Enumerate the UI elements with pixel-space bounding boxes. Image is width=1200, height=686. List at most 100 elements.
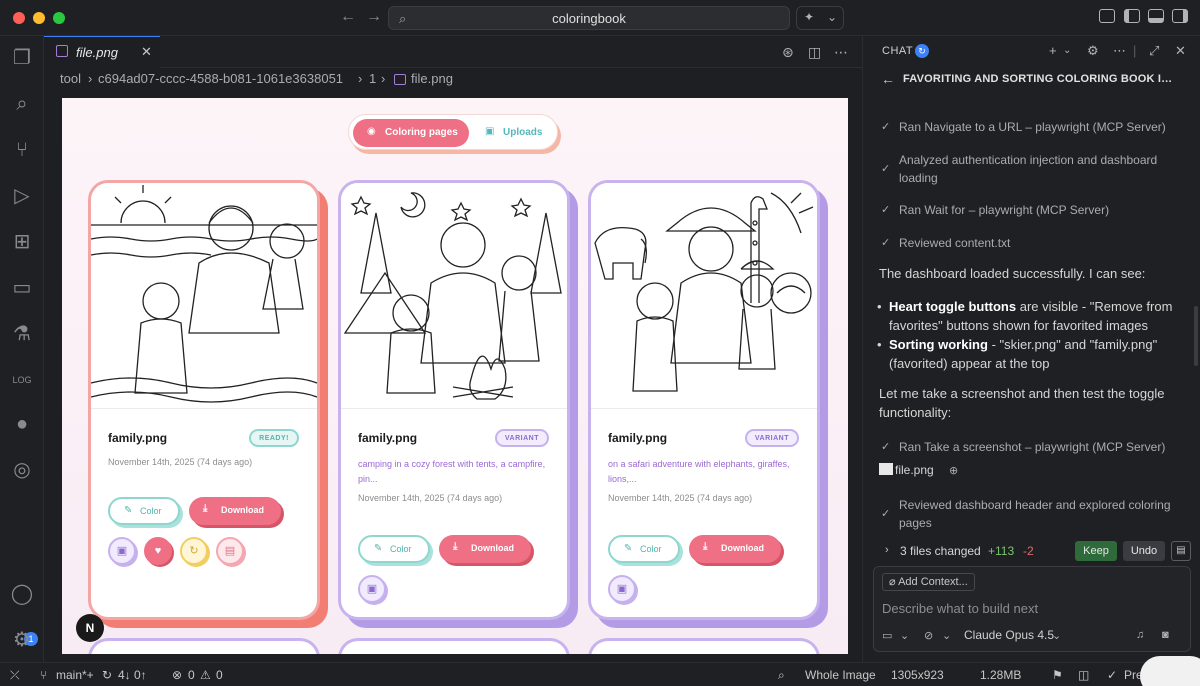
search-icon[interactable]: ⌕ — [10, 92, 34, 116]
download-button[interactable]: ⤓ Download — [189, 497, 281, 525]
toggle-primary-sidebar-icon[interactable] — [1124, 9, 1140, 23]
stop-icon[interactable]: ◙ — [1162, 629, 1169, 641]
close-icon[interactable]: ✕ — [1175, 43, 1186, 59]
tab-coloring-pages[interactable]: ◉ Coloring pages — [353, 119, 469, 147]
activity-bar: ❐ ⌕ ⑂ ▷ ⊞ ▭ ⚗ LOG ● ◎ ◯ 1 ⚙ — [0, 36, 44, 662]
remote-explorer-icon[interactable]: ▭ — [10, 276, 34, 300]
tab-file-png[interactable]: file.png ✕ — [44, 36, 160, 68]
chevron-right-icon[interactable]: › — [885, 544, 889, 556]
settings-gear-icon[interactable]: ⚙ — [10, 628, 34, 652]
nextjs-dev-badge[interactable]: N — [76, 614, 104, 642]
new-chat-icon[interactable]: + — [1049, 43, 1057, 58]
tab-label: Coloring pages — [385, 127, 458, 138]
divider: | — [1133, 43, 1137, 58]
check-icon: ✓ — [881, 508, 891, 520]
forward-arrow-icon[interactable]: → — [366, 8, 382, 26]
chat-input[interactable]: Describe what to build next — [882, 601, 1038, 616]
git-branch[interactable]: main*+ — [56, 668, 94, 682]
timeline-icon[interactable]: ◎ — [10, 458, 34, 482]
keep-button[interactable]: Keep — [1075, 541, 1117, 561]
variants-button[interactable]: ▣ — [358, 575, 386, 603]
favorite-button[interactable]: ♥ — [144, 537, 172, 565]
changes-label[interactable]: 3 files changed — [900, 544, 981, 558]
undo-button[interactable]: Undo — [1123, 541, 1165, 561]
button-label: Download — [721, 543, 764, 553]
variants-button[interactable]: ▣ — [608, 575, 636, 603]
step-text: Ran Wait for – playwright (MCP Server) — [899, 203, 1110, 217]
model-picker[interactable]: Claude Opus 4.5 — [964, 628, 1054, 642]
download-icon: ⤓ — [203, 503, 208, 514]
coloring-card[interactable]: family.png VARIANT camping in a cozy for… — [338, 180, 570, 620]
source-control-icon[interactable]: ⑂ — [10, 138, 34, 162]
back-arrow-icon[interactable]: ← — [881, 71, 895, 87]
variants-button[interactable]: ▣ — [108, 537, 136, 565]
openai-icon[interactable]: ⊛ — [782, 44, 794, 61]
error-count[interactable]: 0 — [188, 668, 195, 682]
breadcrumb-item[interactable]: tool — [60, 71, 81, 86]
chat-toggle-button[interactable]: ✦ ⌄ — [796, 6, 844, 30]
breadcrumb-item[interactable]: file.png — [411, 71, 453, 86]
copilot-icon[interactable]: ◫ — [1078, 668, 1089, 682]
add-context-button[interactable]: ⌀ Add Context... — [882, 573, 975, 591]
warning-count[interactable]: 0 — [216, 668, 223, 682]
download-icon[interactable]: ⊕ — [949, 464, 958, 477]
chat-scrollbar[interactable] — [1194, 306, 1198, 366]
back-arrow-icon[interactable]: ← — [340, 8, 356, 26]
extensions-icon[interactable]: ⊞ — [10, 230, 34, 254]
maximize-icon[interactable]: ⤢ — [1149, 43, 1159, 59]
bell-icon[interactable]: ⚑ — [1052, 668, 1063, 682]
split-editor-icon[interactable]: ◫ — [808, 44, 821, 61]
gear-icon[interactable]: ⚙ — [1087, 43, 1099, 59]
color-button[interactable]: ✎ Color — [108, 497, 180, 525]
accounts-icon[interactable]: ◯ — [10, 582, 34, 606]
close-icon[interactable]: ✕ — [141, 44, 152, 60]
color-button[interactable]: ✎ Color — [608, 535, 680, 563]
tab-uploads[interactable]: ▣ Uploads — [473, 119, 555, 147]
customize-layout-icon[interactable] — [1099, 9, 1115, 23]
tools-icon[interactable]: ⊘ — [924, 629, 933, 642]
attachment-chip[interactable]: file.png ⊕ — [879, 463, 958, 481]
download-button[interactable]: ⤓ Download — [689, 535, 781, 563]
chevron-right-icon: › — [88, 71, 93, 86]
more-icon[interactable]: ⋯ — [1113, 43, 1126, 59]
review-changes-icon[interactable]: ▤ — [1171, 541, 1191, 561]
run-debug-icon[interactable]: ▷ — [10, 184, 34, 208]
color-button[interactable]: ✎ Color — [358, 535, 430, 563]
view-mode[interactable]: Whole Image — [805, 668, 876, 682]
microphone-icon[interactable]: ♫ — [1136, 629, 1144, 641]
output-log-icon[interactable]: LOG — [10, 368, 34, 392]
github-icon[interactable]: ● — [10, 412, 34, 436]
chevron-down-icon[interactable]: ⌄ — [900, 629, 909, 642]
coloring-image-safari-family[interactable] — [591, 183, 817, 409]
toggle-panel-icon[interactable] — [1148, 9, 1164, 23]
minimize-window-button[interactable] — [33, 12, 45, 24]
chevron-down-icon[interactable]: ⌄ — [942, 629, 951, 642]
coloring-image-beach-family[interactable] — [91, 183, 317, 409]
tab-label: Uploads — [503, 127, 543, 138]
more-actions-icon[interactable]: ⋯ — [834, 44, 848, 61]
coloring-card[interactable]: family.png READY! November 14th, 2025 (7… — [88, 180, 320, 620]
toggle-secondary-sidebar-icon[interactable] — [1172, 9, 1188, 23]
chevron-down-icon[interactable]: ⌄ — [1063, 45, 1071, 56]
maximize-window-button[interactable] — [53, 12, 65, 24]
archive-button[interactable]: ▤ — [216, 537, 244, 565]
breadcrumb-item[interactable]: c694ad07-cccc-4588-b081-1061e3638051 — [98, 71, 343, 86]
button-label: Color — [140, 506, 162, 516]
sync-status[interactable]: 4↓ 0↑ — [118, 668, 147, 682]
download-button[interactable]: ⤓ Download — [439, 535, 531, 563]
agent-mode-icon[interactable]: ▭ — [882, 629, 892, 642]
explorer-icon[interactable]: ❐ — [10, 46, 34, 70]
indent-icon[interactable]: ✓ — [1107, 668, 1117, 682]
remote-icon[interactable]: ⤫ — [10, 668, 20, 683]
coloring-card[interactable]: family.png VARIANT on a safari adventure… — [588, 180, 820, 620]
breadcrumb-item[interactable]: 1 — [369, 71, 376, 86]
testing-icon[interactable]: ⚗ — [10, 322, 34, 346]
coloring-image-camping-family[interactable] — [341, 183, 567, 409]
button-label: Color — [640, 544, 662, 554]
step-text: Reviewed dashboard header and explored c… — [899, 498, 1171, 530]
close-window-button[interactable] — [13, 12, 25, 24]
command-center[interactable]: ⌕ coloringbook — [388, 6, 790, 30]
chat-input-box[interactable]: ⌀ Add Context... Describe what to build … — [873, 566, 1191, 652]
regenerate-button[interactable]: ↻ — [180, 537, 208, 565]
chevron-down-icon[interactable]: ⌄ — [1052, 629, 1061, 642]
